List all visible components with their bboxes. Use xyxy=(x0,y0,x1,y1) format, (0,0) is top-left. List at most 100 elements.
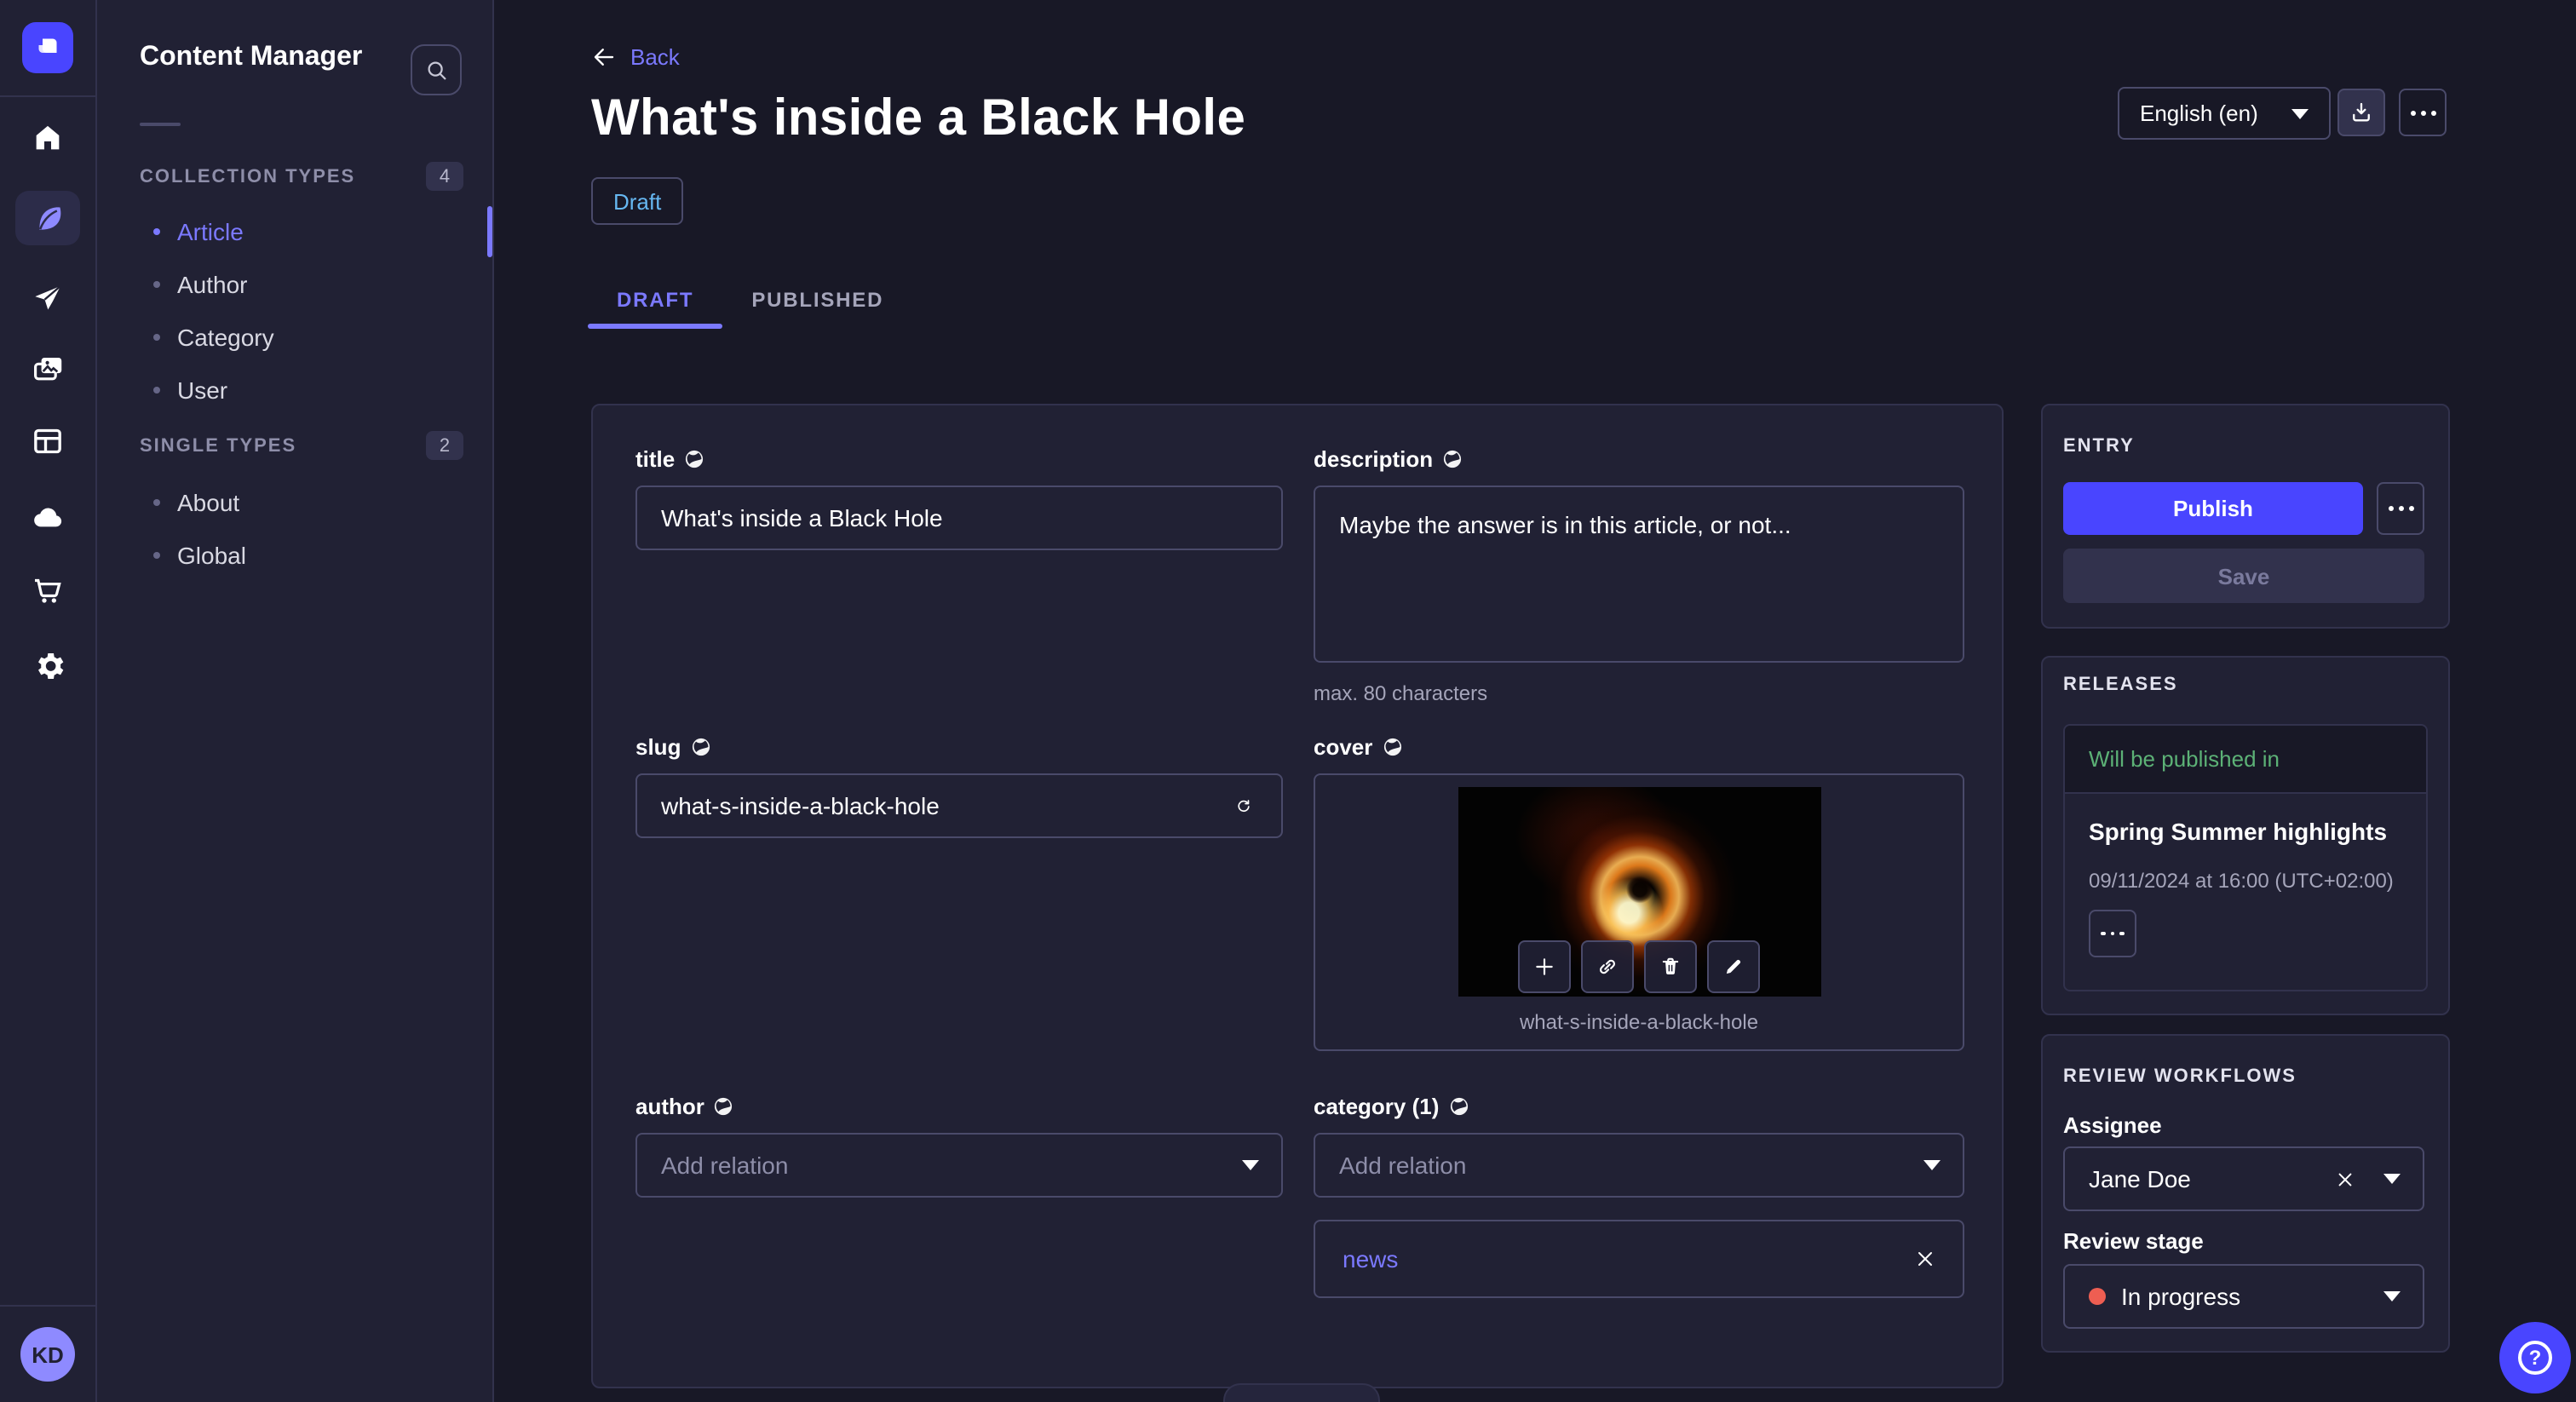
status-badge: Draft xyxy=(591,177,684,225)
chevron-down-icon xyxy=(1923,1160,1941,1170)
nav-layout-icon[interactable] xyxy=(0,419,95,463)
sidebar-item-category[interactable]: Category xyxy=(153,320,274,354)
app-window: KD Content Manager COLLECTION TYPES 4 Ar… xyxy=(0,0,2576,1402)
nav-media-library-icon[interactable] xyxy=(0,348,95,392)
localized-globe-icon xyxy=(1444,450,1462,468)
nav-home-icon[interactable] xyxy=(0,116,95,160)
plus-icon xyxy=(1536,958,1553,975)
category-tag-news: news xyxy=(1314,1220,1964,1298)
header-more-button[interactable] xyxy=(2399,89,2447,136)
close-icon xyxy=(2338,1172,2352,1186)
add-asset-button[interactable] xyxy=(1518,940,1571,993)
field-category: category (1) Add relation news xyxy=(1314,1094,1964,1298)
delete-asset-button[interactable] xyxy=(1644,940,1697,993)
content-manager-sidebar: Content Manager COLLECTION TYPES 4 Artic… xyxy=(97,0,494,1402)
remove-category-button[interactable] xyxy=(1915,1249,1935,1269)
bullet-icon xyxy=(153,552,160,559)
release-more-button[interactable] xyxy=(2089,910,2136,957)
collapsed-panel-edge xyxy=(1223,1383,1380,1402)
cover-filename: what-s-inside-a-black-hole xyxy=(1519,1010,1759,1034)
sidebar-item-article[interactable]: Article xyxy=(153,215,244,249)
save-button[interactable]: Save xyxy=(2063,549,2424,603)
copy-link-button[interactable] xyxy=(1581,940,1634,993)
ellipsis-icon xyxy=(2101,931,2125,936)
pencil-icon xyxy=(1726,959,1741,974)
sidebar-item-global[interactable]: Global xyxy=(153,538,246,572)
release-card: Will be published in Spring Summer highl… xyxy=(2063,724,2428,991)
page-title: What's inside a Black Hole xyxy=(591,90,1246,147)
search-button[interactable] xyxy=(411,44,462,95)
field-cover: cover what-s-inside-a-black-hole xyxy=(1314,734,1964,1051)
sidebar-item-about[interactable]: About xyxy=(153,486,239,520)
locale-select[interactable]: English (en) xyxy=(2118,87,2331,140)
cover-asset-card: what-s-inside-a-black-hole xyxy=(1314,773,1964,1051)
trash-icon xyxy=(1662,957,1679,974)
field-author: author Add relation xyxy=(635,1094,1283,1198)
edit-asset-button[interactable] xyxy=(1707,940,1760,993)
entry-more-button[interactable] xyxy=(2377,482,2424,535)
sidebar-item-user[interactable]: User xyxy=(153,373,227,407)
localized-globe-icon xyxy=(692,738,710,756)
cover-actions xyxy=(1518,940,1760,993)
export-download-button[interactable] xyxy=(2337,89,2385,136)
clear-assignee-button[interactable] xyxy=(2336,1169,2355,1188)
header-actions: English (en) xyxy=(2118,87,2447,140)
single-types-count: 2 xyxy=(426,431,463,460)
tab-draft[interactable]: DRAFT xyxy=(588,273,723,329)
active-item-indicator xyxy=(487,206,492,257)
collection-types-count: 4 xyxy=(426,162,463,191)
bullet-icon xyxy=(153,228,160,235)
release-status: Will be published in xyxy=(2065,726,2426,794)
single-types-header: SINGLE TYPES 2 xyxy=(140,431,463,460)
field-slug: slug xyxy=(635,734,1283,838)
version-tabs: DRAFT PUBLISHED xyxy=(588,273,912,329)
release-date: 09/11/2024 at 16:00 (UTC+02:00) xyxy=(2089,869,2394,893)
slug-input[interactable] xyxy=(635,773,1283,838)
subnav-title: Content Manager xyxy=(140,43,363,72)
back-link[interactable]: Back xyxy=(591,44,680,70)
author-relation-select[interactable]: Add relation xyxy=(635,1133,1283,1198)
stage-status-dot xyxy=(2089,1288,2106,1305)
main-content: Back What's inside a Black Hole Draft DR… xyxy=(494,0,2576,1402)
localized-globe-icon xyxy=(715,1097,733,1116)
review-stage-select[interactable]: In progress xyxy=(2063,1264,2424,1329)
review-workflows-panel: REVIEW WORKFLOWS Assignee Jane Doe Revie… xyxy=(2041,1034,2450,1353)
nav-marketplace-cart-icon[interactable] xyxy=(0,569,95,613)
nav-divider xyxy=(0,1305,95,1307)
chevron-down-icon xyxy=(1242,1160,1259,1170)
releases-panel: RELEASES Will be published in Spring Sum… xyxy=(2041,656,2450,1015)
chevron-down-icon xyxy=(2383,1291,2401,1301)
category-relation-select[interactable]: Add relation xyxy=(1314,1133,1964,1198)
nav-divider xyxy=(0,95,95,97)
nav-cloud-icon[interactable] xyxy=(0,494,95,538)
collection-types-header: COLLECTION TYPES 4 xyxy=(140,162,463,191)
download-icon xyxy=(2353,102,2370,122)
localized-globe-icon xyxy=(1450,1097,1468,1116)
main-navbar: KD xyxy=(0,0,97,1402)
nav-content-manager-feather-icon[interactable] xyxy=(15,191,80,245)
bullet-icon xyxy=(153,281,160,288)
regenerate-slug-button[interactable] xyxy=(1225,787,1262,825)
bullet-icon xyxy=(153,334,160,341)
publish-button[interactable]: Publish xyxy=(2063,482,2363,535)
nav-settings-gear-icon[interactable] xyxy=(0,644,95,688)
question-mark-icon: ? xyxy=(2518,1341,2552,1375)
localized-globe-icon xyxy=(1383,738,1401,756)
help-button[interactable]: ? xyxy=(2499,1322,2571,1393)
field-description: description Maybe the answer is in this … xyxy=(1314,446,1964,705)
nav-paper-plane-icon[interactable] xyxy=(0,276,95,320)
strapi-logo[interactable] xyxy=(22,22,73,73)
sidebar-item-author[interactable]: Author xyxy=(153,267,248,302)
title-input[interactable] xyxy=(635,486,1283,550)
description-textarea[interactable]: Maybe the answer is in this article, or … xyxy=(1314,486,1964,663)
bullet-icon xyxy=(153,387,160,394)
refresh-icon xyxy=(1238,799,1250,811)
assignee-select[interactable]: Jane Doe xyxy=(2063,1146,2424,1211)
bullet-icon xyxy=(153,499,160,506)
user-avatar[interactable]: KD xyxy=(20,1327,75,1382)
back-arrow-icon xyxy=(594,49,614,66)
release-name[interactable]: Spring Summer highlights xyxy=(2089,818,2387,845)
tab-published[interactable]: PUBLISHED xyxy=(722,273,912,327)
field-title: title xyxy=(635,446,1283,550)
edit-form-panel: title description Maybe the answer is in… xyxy=(591,404,2004,1388)
